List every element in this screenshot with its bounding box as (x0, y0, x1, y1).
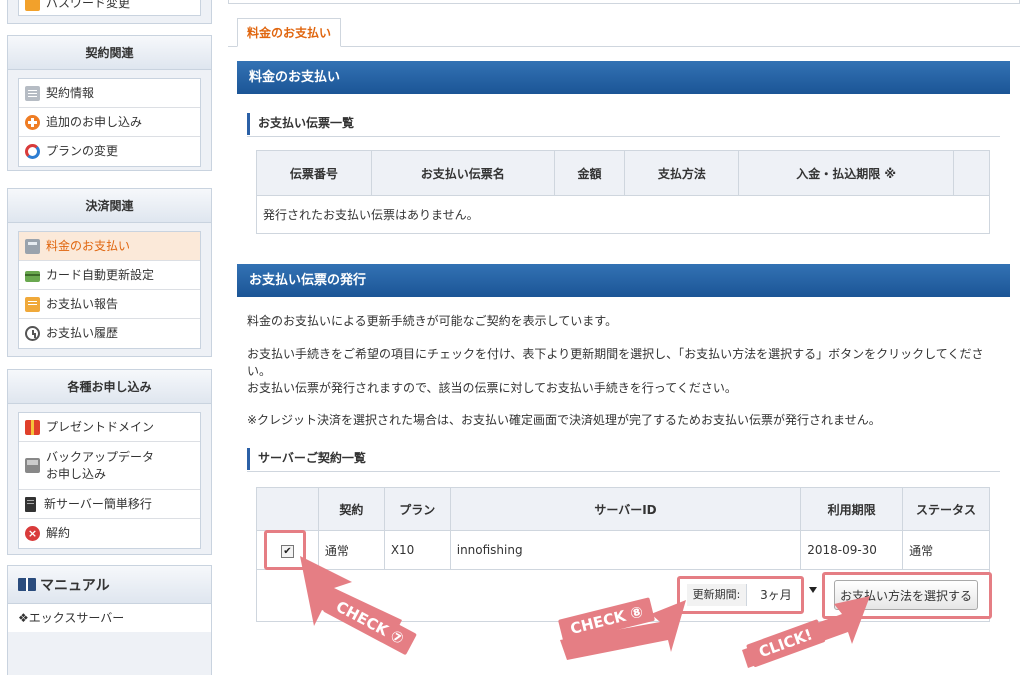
sidebar-item-card-auto-renew[interactable]: カード自動更新設定 (19, 261, 200, 290)
cell-contract: 通常 (317, 530, 385, 570)
tab-payment[interactable]: 料金のお支払い (237, 18, 341, 47)
gift-icon (25, 419, 40, 435)
col-blank (953, 150, 990, 196)
sidebar-manual-title: マニュアル (8, 566, 211, 604)
col-contract: 契約 (317, 487, 385, 531)
tab-bar (228, 46, 1020, 47)
col-server-id: サーバーID (449, 487, 802, 531)
plus-circle-icon (25, 114, 40, 130)
issue-description-3: お支払い伝票が発行されますので、該当の伝票に対してお支払い手続きを行ってください… (247, 381, 737, 395)
annotation-box-period (677, 576, 804, 614)
invoice-table: 伝票番号 お支払い伝票名 金額 支払方法 入金・払込期限 ※ 発行されたお支払い… (256, 150, 990, 234)
sidebar-item-password-change[interactable]: パスワード変更 (19, 0, 200, 15)
sidebar-item-payment-report[interactable]: お支払い報告 (19, 290, 200, 319)
col-invoice-number: 伝票番号 (256, 150, 372, 196)
sidebar-payment-box: 決済関連 料金のお支払い カード自動更新設定 お支払い報告 お支払い履歴 (7, 188, 212, 357)
sidebar-item-backup-label-2: お申し込み (46, 466, 107, 481)
section-issue-title: お支払い伝票の発行 (237, 264, 1010, 297)
sidebar-item-backup-label-1: バックアップデータ (46, 449, 155, 464)
issue-description-2: お支払い手続きをご希望の項目にチェックを付け、表下より更新期間を選択し、「お支払… (247, 347, 984, 361)
col-plan: プラン (383, 487, 451, 531)
sidebar-item-add-application[interactable]: 追加のお申し込み (19, 108, 200, 137)
cell-expiry: 2018-09-30 (800, 530, 904, 570)
sidebar-apply-box: 各種お申し込み プレゼントドメイン バックアップデータ お申し込み 新サーバー簡… (7, 369, 212, 555)
top-frame (228, 0, 1020, 4)
book-icon (18, 578, 36, 591)
cell-plan: X10 (383, 530, 451, 570)
col-expiry: 利用期限 (800, 487, 904, 531)
sidebar-item-present-domain[interactable]: プレゼントドメイン (19, 413, 200, 442)
sidebar-item-server-migration[interactable]: 新サーバー簡単移行 (19, 490, 200, 519)
invoice-list-heading: お支払い伝票一覧 (247, 110, 1000, 137)
lock-icon (25, 0, 40, 11)
calculator-icon (25, 238, 40, 254)
annotation-box-checkbox (264, 530, 306, 570)
sidebar-item-plan-change[interactable]: プランの変更 (19, 137, 200, 166)
sidebar-item-payment-history[interactable]: お支払い履歴 (19, 319, 200, 348)
note-icon (25, 85, 40, 101)
section-payment-title: 料金のお支払い (237, 61, 1010, 94)
col-invoice-name: お支払い伝票名 (370, 150, 555, 196)
cancel-icon: × (25, 526, 40, 541)
sidebar-item-backup-data[interactable]: バックアップデータ お申し込み (19, 442, 200, 490)
server-icon (25, 496, 36, 512)
col-payment-method: 支払方法 (624, 150, 740, 196)
issue-description-1: 料金のお支払いによる更新手続きが可能なご契約を表示しています。 (247, 314, 618, 328)
backup-icon (25, 458, 40, 473)
col-deadline: 入金・払込期限 ※ (738, 150, 955, 196)
invoice-empty-message: 発行されたお支払い伝票はありません。 (256, 195, 990, 234)
annotation-box-button (822, 572, 992, 619)
sidebar-contract-box: 契約関連 契約情報 追加のお申し込み プランの変更 (7, 35, 212, 171)
sidebar-apply-title: 各種お申し込み (8, 370, 211, 404)
sidebar-item-payment[interactable]: 料金のお支払い (19, 232, 200, 261)
issue-description-4: ※クレジット決済を選択された場合は、お支払い確定画面で決済処理が完了するためお支… (247, 413, 881, 427)
col-amount: 金額 (553, 150, 626, 196)
col-status: ステータス (902, 487, 990, 531)
cycle-icon (25, 144, 40, 159)
sidebar-contract-title: 契約関連 (8, 36, 211, 70)
chevron-down-icon (809, 587, 817, 593)
cell-status: 通常 (902, 530, 990, 570)
sidebar-manual-box: マニュアル ❖エックスサーバー (7, 565, 212, 675)
sidebar-payment-title: 決済関連 (8, 189, 211, 223)
issue-description-2b: い。 (247, 364, 272, 378)
clock-icon (25, 326, 40, 341)
table-row: ✔ 通常 X10 innofishing 2018-09-30 通常 (256, 530, 990, 570)
sidebar-item-contract-info[interactable]: 契約情報 (19, 79, 200, 108)
card-icon (25, 270, 40, 282)
sidebar-item-cancel[interactable]: × 解約 (19, 519, 200, 548)
report-icon (25, 296, 40, 312)
server-list-heading: サーバーご契約一覧 (247, 445, 1000, 472)
sidebar-manual-link[interactable]: ❖エックスサーバー (8, 604, 211, 632)
col-check (256, 487, 319, 531)
cell-server-id: innofishing (449, 530, 802, 570)
sidebar-account-box: パスワード変更 (7, 0, 212, 24)
